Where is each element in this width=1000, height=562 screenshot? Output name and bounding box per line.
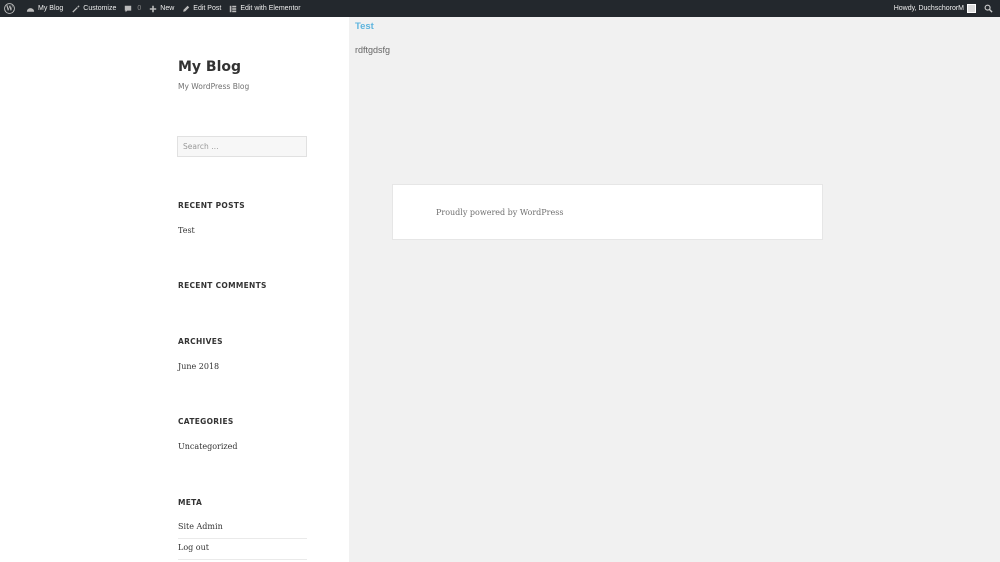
comment-icon bbox=[125, 5, 132, 12]
wordpress-logo-button[interactable]: W bbox=[0, 0, 22, 17]
plus-icon bbox=[150, 5, 157, 12]
archives-title: ARCHIVES bbox=[178, 337, 223, 346]
recent-comments-title: RECENT COMMENTS bbox=[178, 281, 267, 290]
customize-label: Customize bbox=[83, 5, 117, 12]
new-label: New bbox=[160, 5, 175, 12]
site-description: My WordPress Blog bbox=[178, 82, 250, 91]
elementor-icon bbox=[230, 5, 237, 12]
my-account-link[interactable]: Howdy, DuchschororM bbox=[890, 0, 980, 17]
edit-with-elementor-link[interactable]: Edit with Elementor bbox=[225, 0, 304, 17]
svg-text:W: W bbox=[5, 6, 13, 13]
search-icon bbox=[984, 4, 993, 13]
sidebar: My Blog My WordPress Blog Search … RECEN… bbox=[0, 17, 349, 562]
customize-link[interactable]: Customize bbox=[67, 0, 120, 17]
admin-search-button[interactable] bbox=[980, 0, 1000, 17]
meta-item-log-out[interactable]: Log out bbox=[178, 543, 307, 552]
search-input[interactable]: Search … bbox=[177, 136, 307, 157]
recent-posts-title: RECENT POSTS bbox=[178, 201, 245, 210]
comments-link[interactable]: 0 bbox=[120, 0, 145, 17]
avatar bbox=[967, 4, 976, 13]
meta-divider bbox=[178, 538, 307, 539]
pencil-icon bbox=[183, 5, 190, 12]
meta-title: META bbox=[178, 498, 203, 507]
archive-item[interactable]: June 2018 bbox=[178, 362, 307, 371]
wordpress-icon: W bbox=[4, 3, 15, 14]
howdy-label: Howdy, DuchschororM bbox=[893, 5, 964, 12]
categories-title: CATEGORIES bbox=[178, 417, 234, 426]
footer-credit[interactable]: Proudly powered by WordPress bbox=[436, 208, 563, 217]
new-content-link[interactable]: New bbox=[145, 0, 178, 17]
recent-post-item[interactable]: Test bbox=[178, 226, 307, 235]
site-title[interactable]: My Blog bbox=[178, 59, 241, 75]
post-content: rdftgdsfg bbox=[355, 45, 391, 55]
post-title[interactable]: Test bbox=[355, 21, 374, 32]
site-name-link[interactable]: My Blog bbox=[22, 0, 67, 17]
dashboard-icon bbox=[26, 7, 35, 12]
site-footer: Proudly powered by WordPress bbox=[392, 184, 823, 240]
brush-icon bbox=[72, 5, 80, 13]
comments-count: 0 bbox=[137, 5, 142, 12]
meta-divider bbox=[178, 559, 307, 560]
edit-post-link[interactable]: Edit Post bbox=[178, 0, 225, 17]
admin-bar: W My Blog Customize 0 New Edit Post Edit… bbox=[0, 0, 1000, 17]
meta-item-site-admin[interactable]: Site Admin bbox=[178, 522, 307, 531]
site-name-label: My Blog bbox=[38, 5, 64, 12]
category-item[interactable]: Uncategorized bbox=[178, 442, 307, 451]
edit-with-elementor-label: Edit with Elementor bbox=[240, 5, 301, 12]
edit-post-label: Edit Post bbox=[193, 5, 222, 12]
